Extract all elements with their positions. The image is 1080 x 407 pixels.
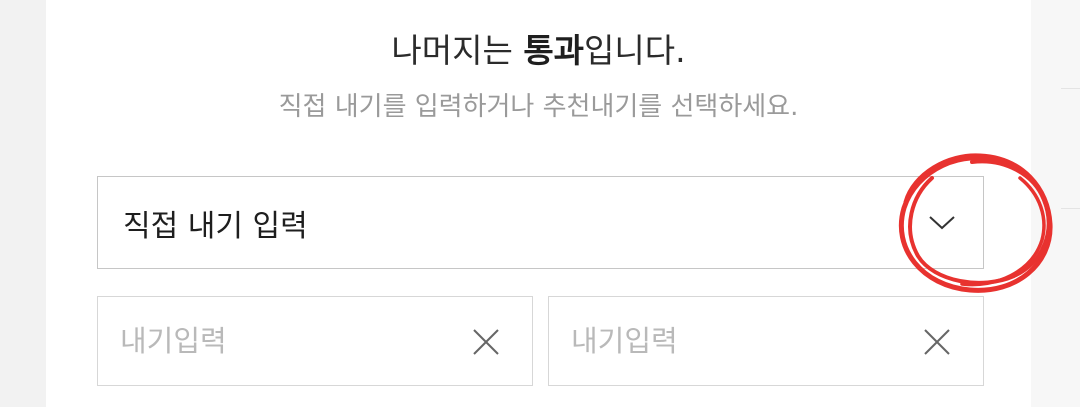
bet-input[interactable] xyxy=(98,324,418,358)
title-prefix: 나머지는 xyxy=(391,31,524,70)
chevron-down-icon[interactable] xyxy=(927,210,957,234)
page-subtitle: 직접 내기를 입력하거나 추천내기를 선택하세요. xyxy=(278,92,799,122)
title-bold: 통과 xyxy=(523,31,585,70)
page-title: 나머지는 통과입니다. xyxy=(46,28,1031,74)
bet-panel: 나머지는 통과입니다. 직접 내기를 입력하거나 추천내기를 선택하세요. 직접… xyxy=(46,0,1053,407)
bet-input-box xyxy=(97,296,533,386)
bet-input[interactable] xyxy=(549,324,869,358)
close-icon[interactable] xyxy=(472,328,500,356)
bet-type-select[interactable]: 직접 내기 입력 xyxy=(97,176,984,269)
background-strip xyxy=(1031,0,1080,407)
close-icon[interactable] xyxy=(923,328,951,356)
divider xyxy=(1061,88,1080,89)
title-suffix: 입니다. xyxy=(584,31,686,70)
divider xyxy=(1061,208,1080,209)
bet-input-box xyxy=(548,296,984,386)
select-value: 직접 내기 입력 xyxy=(123,208,308,244)
